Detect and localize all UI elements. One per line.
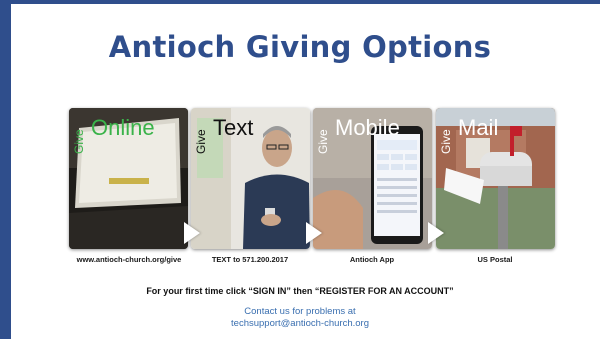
give-label: Give bbox=[72, 129, 86, 154]
give-online-tile[interactable]: Give Online bbox=[69, 108, 188, 249]
first-time-instruction: For your first time click “SIGN IN” then… bbox=[146, 286, 454, 296]
method-label-mobile: Mobile bbox=[335, 115, 400, 140]
give-label: Give bbox=[439, 129, 453, 154]
give-label: Give bbox=[194, 129, 208, 154]
arrow-right-icon bbox=[184, 222, 200, 244]
contact-text: Contact us for problems at bbox=[244, 306, 356, 317]
caption-online: www.antioch-church.org/give bbox=[76, 255, 182, 264]
arrow-right-icon bbox=[306, 222, 322, 244]
method-label-mail: Mail bbox=[458, 115, 499, 140]
contact-block: Contact us for problems at techsupport@a… bbox=[0, 306, 600, 330]
slide-title: Antioch Giving Options bbox=[108, 30, 492, 64]
give-mobile-tile[interactable]: Give Mobile bbox=[313, 108, 432, 249]
support-email[interactable]: techsupport@antioch-church.org bbox=[0, 318, 600, 330]
give-label: Give bbox=[316, 129, 330, 154]
method-label-text: Text bbox=[213, 115, 254, 140]
caption-text: TEXT to 571.200.2017 bbox=[211, 255, 289, 264]
slide-top-border bbox=[0, 0, 600, 4]
method-label-online: Online bbox=[91, 115, 155, 140]
caption-mobile: Antioch App bbox=[349, 255, 395, 264]
give-text-tile[interactable]: Give Text bbox=[191, 108, 310, 249]
caption-mail: US Postal bbox=[477, 255, 513, 264]
arrow-right-icon bbox=[428, 222, 444, 244]
give-mail-tile[interactable]: Give Mail bbox=[436, 108, 555, 249]
